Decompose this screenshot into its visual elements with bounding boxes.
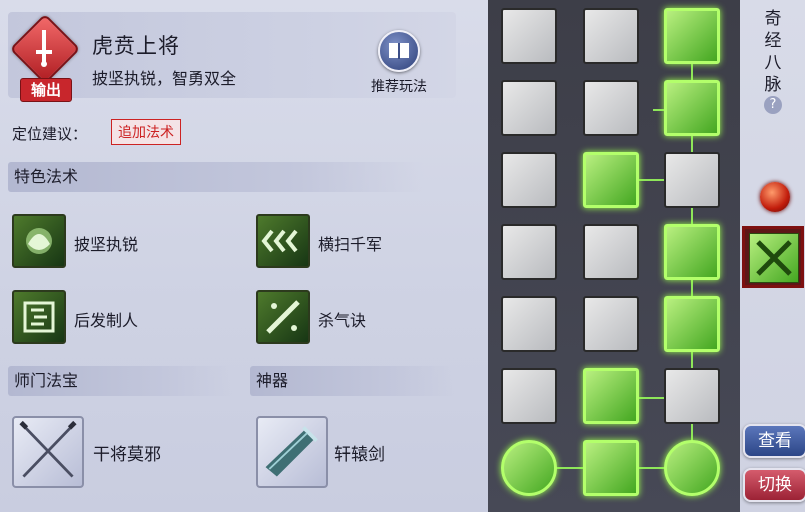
- meridian-label: 奇经八脉: [764, 9, 782, 95]
- sect-treasure-name: 干将莫邪: [93, 445, 161, 465]
- recommend-playstyle-button[interactable]: 推荐玩法: [358, 30, 440, 95]
- role-name: 虎贲上将: [92, 34, 180, 58]
- right-column: 奇经八脉 ? 查看 切换: [740, 0, 805, 512]
- meridian-node[interactable]: [664, 368, 720, 424]
- meridian-node[interactable]: [501, 296, 557, 352]
- role-motto: 披坚执锐，智勇双全: [92, 69, 237, 88]
- meridian-node-active[interactable]: [501, 440, 557, 496]
- meridian-node-active[interactable]: [664, 224, 720, 280]
- sect-treasure-header: 师门法宝: [8, 366, 234, 396]
- xuanyuan-sword-icon[interactable]: [256, 416, 328, 488]
- skill-label: 后发制人: [74, 311, 139, 330]
- sword-icon: [36, 30, 52, 67]
- meridian-node[interactable]: [501, 224, 557, 280]
- sweep-icon: [256, 214, 310, 268]
- meridian-node[interactable]: [583, 296, 639, 352]
- recommend-playstyle-label: 推荐玩法: [371, 79, 427, 95]
- skill-label: 杀气诀: [318, 311, 367, 330]
- cross-blades-icon: [749, 233, 799, 283]
- skill-item[interactable]: 披坚执锐: [12, 214, 212, 270]
- meridian-node[interactable]: [583, 224, 639, 280]
- skill-label: 披坚执锐: [74, 235, 139, 254]
- role-badge-label: 输出: [20, 78, 72, 102]
- special-skills-header: 特色法术: [8, 162, 424, 192]
- book-icon: [378, 30, 420, 72]
- skill-info-panel: 输出 虎贲上将 披坚执锐，智勇双全 推荐玩法 定位建议： 追加法术 特色法术 披…: [0, 0, 488, 512]
- switch-button[interactable]: 切换: [743, 468, 805, 502]
- skill-item[interactable]: 杀气诀: [256, 290, 456, 346]
- skill-item[interactable]: 后发制人: [12, 290, 212, 346]
- meridian-node-active[interactable]: [583, 440, 639, 496]
- fire-orb-icon[interactable]: [760, 182, 790, 212]
- meridian-node-active[interactable]: [664, 440, 720, 496]
- meridian-node[interactable]: [583, 8, 639, 64]
- meridian-node-active[interactable]: [664, 80, 720, 136]
- meridian-grid: [488, 0, 740, 512]
- artifact-header: 神器: [250, 366, 456, 396]
- meridian-node-active[interactable]: [583, 368, 639, 424]
- meridian-node-active[interactable]: [583, 152, 639, 208]
- artifact-name: 轩辕剑: [334, 445, 385, 465]
- meridian-node[interactable]: [501, 152, 557, 208]
- meridian-node[interactable]: [501, 8, 557, 64]
- meridian-node-active[interactable]: [664, 8, 720, 64]
- skill-item[interactable]: 横扫千军: [256, 214, 456, 270]
- add-skill-button[interactable]: 追加法术: [111, 119, 181, 145]
- help-icon[interactable]: ?: [764, 96, 782, 114]
- meridian-node[interactable]: [664, 152, 720, 208]
- meridian-node-active[interactable]: [664, 296, 720, 352]
- view-button[interactable]: 查看: [743, 424, 805, 458]
- meridian-node[interactable]: [501, 368, 557, 424]
- meridian-node[interactable]: [501, 80, 557, 136]
- role-badge: 输出: [9, 13, 81, 102]
- selected-meridian-node[interactable]: [742, 226, 804, 288]
- twin-swords-icon[interactable]: [12, 416, 84, 488]
- positioning-label: 定位建议：: [12, 125, 88, 143]
- meridian-node[interactable]: [583, 80, 639, 136]
- counter-icon: [12, 290, 66, 344]
- armor-icon: [12, 214, 66, 268]
- killing-aura-icon: [256, 290, 310, 344]
- skill-label: 横扫千军: [318, 235, 383, 254]
